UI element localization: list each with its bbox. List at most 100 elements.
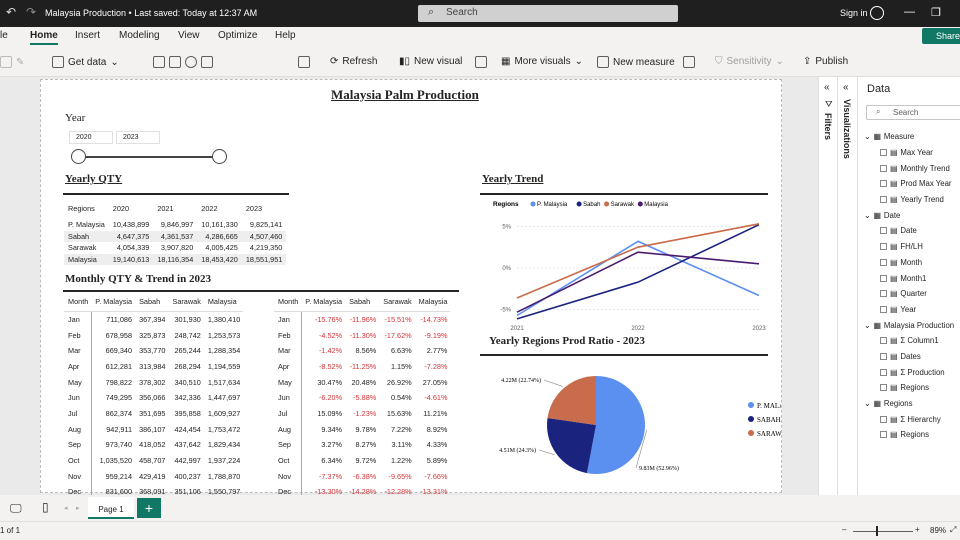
slicer-start-handle[interactable] [71,149,86,164]
tree-field[interactable]: ▤ Quarter [864,286,960,302]
column-header[interactable]: Malaysia [203,297,244,312]
prev-page-icon[interactable]: ◂ [64,504,68,512]
checkbox[interactable] [880,274,887,282]
table-row[interactable]: Aug 9.34% 9.78% 7.22% 8.92% [274,421,450,437]
mobile-view-icon[interactable]: ▯ [42,500,49,514]
fit-page-icon[interactable]: ⤢ [950,525,956,535]
table-row[interactable]: May 30.47% 20.48% 26.92% 27.05% [274,374,450,390]
tree-field[interactable]: ▤ Σ Column1 [864,333,960,349]
report-page[interactable]: Malaysia Palm Production Year 2020 2023 … [40,79,782,500]
quick-measure-icon[interactable] [683,56,695,68]
column-header[interactable]: Sabah [345,297,380,312]
table-row[interactable]: Nov -7.37% -6.38% -9.65% -7.66% [274,468,450,485]
table-row[interactable]: P. Malaysia 10,438,899 9,846,997 10,161,330… [64,219,286,231]
chevron-down-icon[interactable]: ⌄ [864,132,871,141]
undo-icon[interactable]: ↶ [6,5,16,19]
more-visuals-button[interactable]: ▦ More visuals ⌄ [501,56,583,67]
paste-icon[interactable] [0,56,12,68]
tab-file[interactable]: le [0,30,8,41]
add-page-button[interactable]: + [137,498,161,518]
tab-help[interactable]: Help [275,30,296,41]
table-row[interactable]: May 798,822 378,302 340,510 1,517,634 [64,374,243,390]
tree-field[interactable]: ▤ Yearly Trend [864,192,960,208]
checkbox[interactable] [880,290,887,298]
share-button[interactable]: Share [922,28,960,44]
checkbox[interactable] [880,164,887,172]
table-row[interactable]: Jul 862,374 351,695 395,858 1,609,927 [64,405,243,422]
search-box[interactable]: ⌕ Search [418,5,678,22]
column-header[interactable]: Sabah [135,297,169,312]
tab-modeling[interactable]: Modeling [119,30,160,41]
legend-item[interactable]: P. MALAYSIA [757,402,781,410]
column-header[interactable]: Malaysia [414,297,451,312]
text-box-icon[interactable] [475,56,487,68]
checkbox[interactable] [880,305,887,313]
table-row[interactable]: Mar 669,340 353,770 265,244 1,288,354 [64,342,243,359]
tree-group[interactable]: ⌄ ▦ Malaysia Production [864,317,960,333]
dataverse-icon[interactable] [153,56,165,68]
tree-field[interactable]: ▤ Month [864,255,960,271]
table-row[interactable]: Mar -1.42% 8.56% 6.63% 2.77% [274,342,450,359]
format-painter-icon[interactable]: ✎ [16,57,24,68]
expand-icon[interactable]: « [824,82,830,93]
tree-field[interactable]: ▤ FH/LH [864,239,960,255]
tree-group[interactable]: ⌄ ▦ Regions [864,396,960,412]
checkbox[interactable] [880,243,887,251]
column-header[interactable]: P. Malaysia [91,297,136,312]
tree-field[interactable]: ▤ Monthly Trend [864,160,960,176]
checkbox[interactable] [880,337,887,345]
slicer-end-handle[interactable] [212,149,227,164]
table-row[interactable]: Oct 1,035,520 458,707 442,997 1,937,224 [64,452,243,469]
publish-button[interactable]: ⇪ Publish [803,56,848,67]
table-row[interactable]: Jan 711,086 367,394 301,930 1,380,410 [64,311,243,328]
table-row[interactable]: Feb 678,958 325,873 248,742 1,253,573 [64,327,243,343]
tree-field[interactable]: ▤ Σ Hierarchy [864,411,960,427]
tree-field[interactable]: ▤ Month1 [864,270,960,286]
link-icon[interactable] [185,56,197,68]
expand-icon[interactable]: « [843,82,849,93]
tree-group[interactable]: ⌄ ▦ Date [864,207,960,223]
tab-optimize[interactable]: Optimize [218,30,257,41]
legend-item[interactable]: Malaysia [644,202,668,208]
checkbox[interactable] [880,384,887,392]
tree-field[interactable]: ▤ Regions [864,380,960,396]
column-header[interactable]: Month [274,297,302,312]
sign-in-link[interactable]: Sign in [840,8,868,18]
table-row[interactable]: Aug 942,911 386,107 424,454 1,753,472 [64,421,243,437]
new-visual-button[interactable]: ▮▯ New visual [399,56,462,67]
minimize-icon[interactable]: — [904,6,915,18]
zoom-out-icon[interactable]: – [842,525,846,534]
table-row[interactable]: Jun -6.20% -5.88% 0.54% -4.61% [274,389,450,406]
tab-insert[interactable]: Insert [75,30,100,41]
table-row[interactable]: Malaysia 19,140,613 18,116,354 18,453,420 18… [64,253,287,265]
column-header[interactable]: Regions [64,203,109,219]
legend-item[interactable]: Sabah [583,202,600,208]
regions-ratio-pie[interactable]: 9.83M (52.96%) 4.51M (24.3%) 4.22M (22.74%… [481,360,781,488]
column-header[interactable]: Sarawak [379,297,415,312]
transform-icon[interactable] [298,56,310,68]
table-row[interactable]: Jul 15.09% -1.23% 15.63% 11.21% [274,405,450,422]
new-measure-button[interactable]: New measure [597,56,675,68]
legend-item[interactable]: SARAWAK [757,430,781,438]
tree-field[interactable]: ▤ Regions [864,427,960,443]
tree-field[interactable]: ▤ Max Year [864,145,960,161]
legend-item[interactable]: P. Malaysia [537,202,568,208]
tree-field[interactable]: ▤ Dates [864,349,960,365]
legend-item[interactable]: Sarawak [611,202,635,208]
slicer-track[interactable] [79,156,221,158]
zoom-thumb[interactable] [876,526,878,536]
table-row[interactable]: Jan -15.76% -11.96% -15.51% -14.73% [274,311,450,328]
column-header[interactable]: P. Malaysia [301,297,346,312]
legend-item[interactable]: SABAH [757,416,781,424]
table-row[interactable]: Apr -8.52% -11.25% 1.15% -7.28% [274,358,450,375]
tree-field[interactable]: ▤ Prod Max Year [864,176,960,192]
tree-group[interactable]: ⌄ ▦ Measure [864,129,960,145]
table-row[interactable]: Sabah 4,647,375 4,361,537 4,286,665 4,507,46… [64,230,287,242]
yearly-trend-chart[interactable]: Regions P. Malaysia Sabah Sarawak Malaysia 5%… [481,196,771,332]
table-row[interactable]: Jun 749,295 356,066 342,336 1,447,697 [64,389,243,406]
filters-pane-collapsed[interactable]: « ⛛ Filters [818,77,838,495]
slicer-from-input[interactable]: 2020 [69,131,113,144]
chevron-down-icon[interactable]: ⌄ [864,399,871,408]
page-tab[interactable]: Page 1 [88,497,134,519]
checkbox[interactable] [880,352,887,360]
